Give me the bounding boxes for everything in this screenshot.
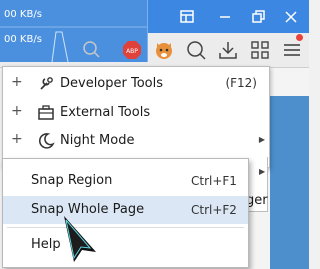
- submenu-item-shortcut: Ctrl+F2: [191, 203, 237, 217]
- sidebar-toggle-icon[interactable]: [176, 6, 198, 28]
- main-menu: + Developer Tools (F12) + External Tools…: [2, 66, 270, 168]
- restore-icon[interactable]: [247, 6, 269, 28]
- developer-tools-icon: [37, 75, 55, 93]
- download-speed: 00 KB/s: [4, 9, 42, 20]
- menu-item-external-tools[interactable]: + External Tools: [3, 99, 269, 127]
- menu-item-developer-tools[interactable]: + Developer Tools (F12): [3, 70, 269, 98]
- submenu-item-snap-region[interactable]: Snap Region Ctrl+F1: [3, 167, 248, 195]
- menu-item-night-mode[interactable]: + Night Mode ▶: [3, 127, 269, 155]
- plus-icon: +: [11, 131, 23, 147]
- menu-item-shortcut: (F12): [225, 76, 257, 90]
- submenu-item-shortcut: Ctrl+F1: [191, 174, 237, 188]
- submenu-item-label: Snap Region: [31, 173, 113, 188]
- adblock-icon[interactable]: ABP: [120, 38, 144, 62]
- page-content-strip: [270, 96, 309, 269]
- submenu-item-label: Help: [31, 237, 61, 252]
- submenu-item-help[interactable]: Help: [3, 231, 248, 259]
- toolbox-icon: [37, 104, 55, 122]
- hidden-menu-item-fragment: ger: [246, 193, 268, 208]
- search-icon[interactable]: [80, 38, 104, 62]
- apps-grid-icon[interactable]: [248, 38, 272, 62]
- history-search-icon[interactable]: [184, 38, 208, 62]
- upload-speed: 00 KB/s: [4, 34, 42, 45]
- minimize-icon[interactable]: [214, 6, 236, 28]
- chevron-right-icon: ▶: [258, 135, 265, 144]
- chevron-right-icon: ▶: [259, 167, 266, 176]
- snapshot-submenu: Snap Region Ctrl+F1 Snap Whole Page Ctrl…: [2, 158, 249, 268]
- mouse-cursor-icon: [64, 216, 96, 262]
- plus-icon: +: [11, 103, 23, 119]
- download-icon[interactable]: [216, 38, 240, 62]
- adblock-badge: ABP: [126, 48, 138, 55]
- close-icon[interactable]: [280, 6, 302, 28]
- menu-item-label: Developer Tools: [60, 76, 164, 91]
- plus-icon: +: [11, 74, 23, 90]
- menu-hamburger-icon[interactable]: [280, 38, 304, 62]
- menu-item-label: Night Mode: [60, 133, 135, 148]
- submenu-divider: [7, 227, 244, 228]
- notification-dot: [296, 34, 303, 41]
- submenu-item-snap-whole-page[interactable]: Snap Whole Page Ctrl+F2: [3, 196, 248, 224]
- moon-icon: [37, 132, 55, 150]
- menu-item-label: External Tools: [60, 105, 151, 120]
- extension-fox-icon[interactable]: [152, 38, 176, 62]
